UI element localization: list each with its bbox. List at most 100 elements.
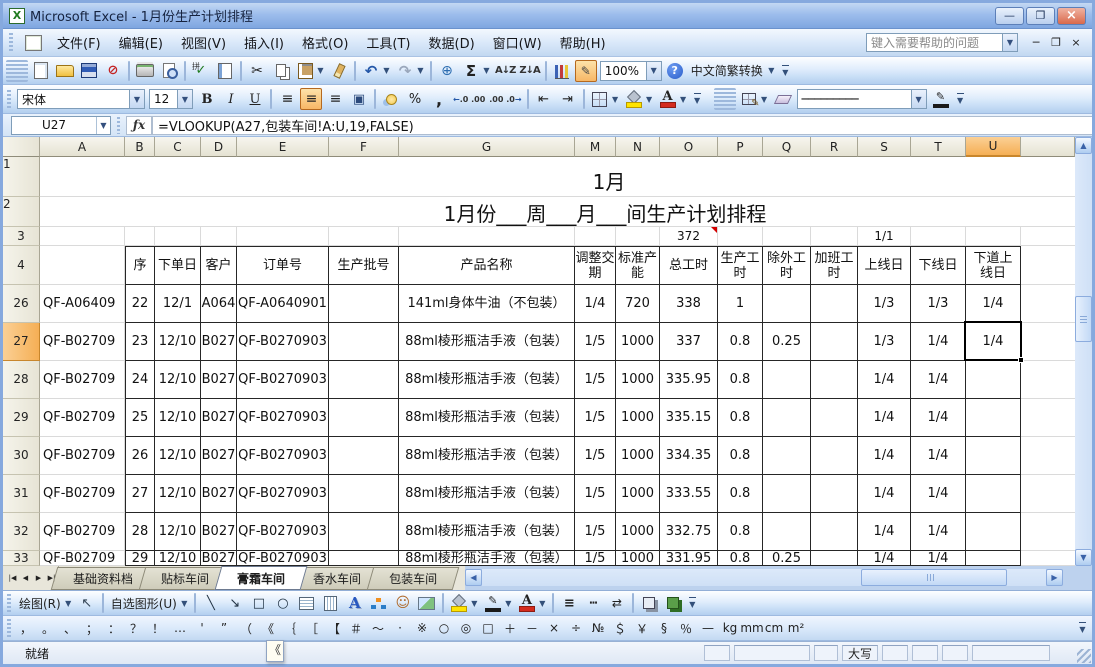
symbol-button[interactable]: ＃ <box>345 619 367 638</box>
column-header-R[interactable]: R <box>811 137 858 157</box>
column-header-B[interactable]: B <box>125 137 155 157</box>
fill-color-dropdown-arrow[interactable]: ▼ <box>469 592 480 614</box>
symbol-button[interactable]: № <box>587 619 609 638</box>
cell[interactable] <box>1021 285 1075 323</box>
scroll-right-icon[interactable]: ▶ <box>1046 569 1063 586</box>
cell[interactable] <box>1021 475 1075 513</box>
cell[interactable]: 1000 <box>616 323 660 361</box>
align-right-icon[interactable]: ≡ <box>324 88 346 110</box>
autosum-icon[interactable]: Σ <box>460 60 482 82</box>
workbook-restore-button[interactable]: ❐ <box>1046 35 1066 51</box>
cell[interactable]: 1/4 <box>911 323 966 361</box>
cell[interactable]: 1000 <box>616 475 660 513</box>
cell[interactable]: 12/10 <box>155 513 201 551</box>
cell[interactable] <box>1021 399 1075 437</box>
cell[interactable]: 29 <box>125 551 155 566</box>
chevron-down-icon[interactable]: ▼ <box>911 90 926 108</box>
row-header-2[interactable]: 2 <box>3 197 40 227</box>
cell[interactable] <box>811 399 858 437</box>
symbol-button[interactable]: □ <box>477 619 499 638</box>
symbol-button[interactable]: ～ <box>367 619 389 638</box>
column-header-filler[interactable] <box>1021 137 1075 157</box>
cell[interactable]: QF-B02709 <box>40 513 125 551</box>
draw-menu-button[interactable]: 绘图(R) <box>16 592 64 614</box>
sheet-tab-tiebiao-chejian[interactable]: 贴标车间 <box>147 566 223 590</box>
cell[interactable]: 720 <box>616 285 660 323</box>
cell[interactable] <box>966 551 1021 566</box>
cell[interactable]: 标准产能 <box>616 246 660 285</box>
select-all-corner[interactable] <box>3 137 40 157</box>
cell[interactable]: 加班工时 <box>811 246 858 285</box>
cell[interactable] <box>811 285 858 323</box>
menu-insert[interactable]: 插入(I) <box>235 29 293 56</box>
cell[interactable]: 生产批号 <box>329 246 399 285</box>
cell[interactable]: QF-A06409 <box>40 285 125 323</box>
symbol-button[interactable]: ｛ <box>279 619 301 638</box>
symbol-button[interactable]: ＋ <box>499 619 521 638</box>
cell[interactable]: 338 <box>660 285 718 323</box>
sheet-tab-jichu-ziliao-dang[interactable]: 基础资料档 <box>59 566 147 590</box>
cell[interactable]: 27 <box>125 475 155 513</box>
decrease-decimal-icon[interactable]: .00 .0 <box>488 88 522 110</box>
symbol-button[interactable]: 【 <box>323 619 345 638</box>
menu-file[interactable]: 文件(F) <box>48 29 110 56</box>
symbol-button[interactable]: · <box>389 619 411 638</box>
cell[interactable] <box>616 227 660 246</box>
zoom-combo[interactable]: 100% ▼ <box>600 61 662 81</box>
sort-descending-icon[interactable]: Z↓A <box>518 60 540 82</box>
previous-sheet-button[interactable]: ◀ <box>19 570 32 587</box>
cell[interactable]: 1000 <box>616 551 660 566</box>
cell[interactable] <box>1021 513 1075 551</box>
cell[interactable] <box>966 475 1021 513</box>
text-box-icon[interactable] <box>296 592 318 614</box>
row-header[interactable]: 31 <box>3 475 40 513</box>
symbol-button[interactable]: ” <box>213 619 235 638</box>
cell[interactable] <box>811 551 858 566</box>
cell[interactable]: 12/10 <box>155 361 201 399</box>
cell[interactable]: 除外工时 <box>763 246 811 285</box>
redo-dropdown-arrow[interactable]: ▼ <box>415 60 426 82</box>
symbol-button[interactable]: … <box>169 619 191 638</box>
cell[interactable]: 337 <box>660 323 718 361</box>
cell[interactable]: 1/4 <box>911 437 966 475</box>
cell[interactable]: 下道上线日 <box>966 246 1021 285</box>
column-header-S[interactable]: S <box>858 137 911 157</box>
percent-style-icon[interactable]: % <box>404 88 426 110</box>
cell[interactable]: 12/1 <box>155 285 201 323</box>
formula-input[interactable]: =VLOOKUP(A27,包装车间!A:U,19,FALSE) <box>152 116 1092 135</box>
menu-view[interactable]: 视图(V) <box>172 29 235 56</box>
cell[interactable] <box>763 227 811 246</box>
cell[interactable] <box>329 437 399 475</box>
symbol-button[interactable]: ？ <box>125 619 147 638</box>
cell[interactable]: 88ml棱形瓶洁手液（包装） <box>399 513 575 551</box>
borders-icon[interactable] <box>589 88 611 110</box>
symbol-button[interactable]: cm <box>763 619 785 638</box>
cell[interactable] <box>966 361 1021 399</box>
cell[interactable]: QF-B02709 <box>40 551 125 566</box>
cell[interactable]: 1/3 <box>858 323 911 361</box>
rectangle-icon[interactable]: □ <box>248 592 270 614</box>
open-folder-icon[interactable] <box>54 60 76 82</box>
menu-window[interactable]: 窗口(W) <box>484 29 551 56</box>
merge-center-icon[interactable]: ▣ <box>348 88 370 110</box>
cell[interactable] <box>575 227 616 246</box>
symbol-button[interactable]: ÷ <box>565 619 587 638</box>
cell[interactable]: 12/10 <box>155 399 201 437</box>
cell[interactable]: 28 <box>125 513 155 551</box>
column-header-U[interactable]: U <box>966 137 1021 157</box>
symbol-button[interactable]: ' <box>191 619 213 638</box>
cell[interactable]: 1/5 <box>575 513 616 551</box>
cell[interactable] <box>329 227 399 246</box>
cell[interactable]: 331.95 <box>660 551 718 566</box>
sheet-tab-baozhuang-chejian[interactable]: 包装车间 <box>375 566 451 590</box>
sort-ascending-icon[interactable]: A↓Z <box>494 60 516 82</box>
cell[interactable] <box>1021 323 1075 361</box>
cell[interactable]: B027 <box>201 437 237 475</box>
cell[interactable]: 12/10 <box>155 475 201 513</box>
cell[interactable]: B027 <box>201 361 237 399</box>
vertical-text-box-icon[interactable] <box>320 592 342 614</box>
symbol-button[interactable]: ￥ <box>631 619 653 638</box>
cell[interactable]: 1000 <box>616 361 660 399</box>
font-color-dropdown-arrow[interactable]: ▼ <box>537 592 548 614</box>
column-header-F[interactable]: F <box>329 137 399 157</box>
